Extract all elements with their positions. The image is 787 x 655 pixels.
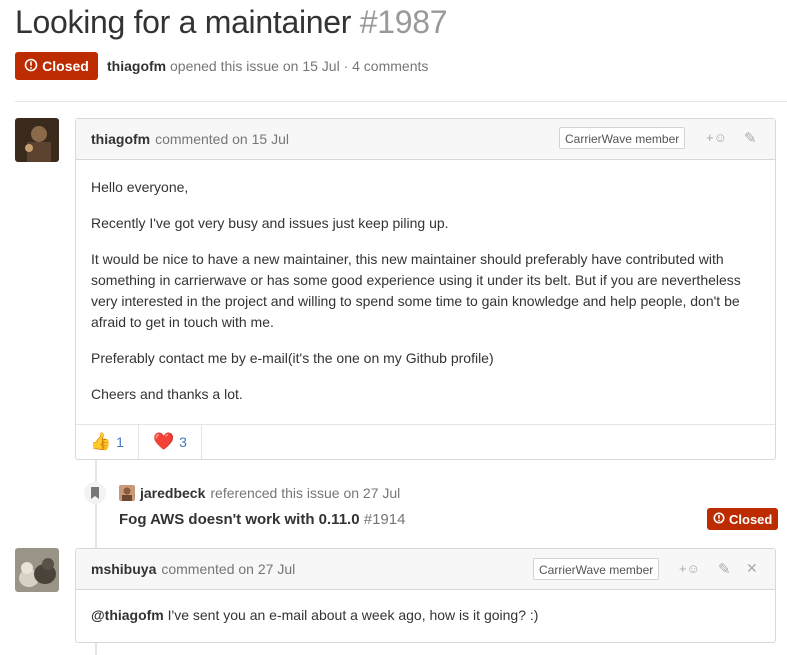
heart-icon: ❤️ [152,432,175,451]
comment-paragraph: Recently I've got very busy and issues j… [91,215,449,231]
member-badge-1: CarrierWave member [559,127,686,149]
issue-state-badge: Closed [15,52,98,80]
comment-paragraph: It would be nice to have a new maintaine… [91,251,741,330]
header-divider [15,101,787,102]
issue-meta: thiagofm opened this issue on 15 Jul · 4… [107,58,428,74]
reaction-heart[interactable]: ❤️ 3 [139,425,202,459]
comment-header-1: thiagofm commented on 15 Jul CarrierWave… [76,119,775,160]
avatar-thiagofm[interactable] [15,118,59,162]
reaction-count: 3 [179,434,187,450]
issue-title-text: Looking for a maintainer [15,4,352,40]
bookmark-icon [84,482,106,504]
comment-body-1: Hello everyone, Recently I've got very b… [76,160,775,405]
add-reaction-icon[interactable]: +☺ [679,561,700,576]
comment-body-2: @thiagofm I've sent you an e-mail about … [76,590,775,626]
comment-paragraph: Hello everyone, [91,179,189,195]
reactions-bar: 👍 1 ❤️ 3 [76,424,775,459]
comment-author-2[interactable]: mshibuya [91,561,156,577]
reaction-count: 1 [116,434,124,450]
comment-header-2: mshibuya commented on 27 Jul CarrierWave… [76,549,775,590]
comment-box-2: mshibuya commented on 27 Jul CarrierWave… [75,548,776,643]
reference-state-badge: Closed [707,508,779,530]
issue-state-label: Closed [42,58,89,74]
reference-number[interactable]: #1914 [364,511,406,528]
issue-title: Looking for a maintainer #1987 [15,4,448,41]
comment-paragraph: Preferably contact me by e-mail(it's the… [91,350,494,366]
comment-paragraph: Cheers and thanks a lot. [91,386,243,402]
reference-user-link[interactable]: jaredbeck [140,485,205,501]
issue-meta-text: opened this issue on 15 Jul · 4 comments [170,58,429,74]
reaction-thumbs-up[interactable]: 👍 1 [76,425,139,459]
reference-title[interactable]: Fog AWS doesn't work with 0.11.0 #1914 [119,511,405,528]
reference-text: referenced this issue on 27 Jul [210,485,401,501]
add-reaction-icon[interactable]: +☺ [706,130,727,145]
issue-number: #1987 [359,4,448,40]
edit-pencil-icon[interactable]: ✎ [718,560,731,578]
comment-author-1[interactable]: thiagofm [91,131,150,147]
avatar-jaredbeck[interactable] [119,485,135,501]
member-badge-2: CarrierWave member [533,558,660,580]
reference-title-text[interactable]: Fog AWS doesn't work with 0.11.0 [119,511,360,528]
comment-action-2[interactable]: commented on 27 Jul [161,561,295,577]
comment-action-1[interactable]: commented on 15 Jul [155,131,289,147]
user-mention-link[interactable]: @thiagofm [91,607,164,623]
reference-state-label: Closed [729,511,773,527]
avatar-mshibuya[interactable] [15,548,59,592]
reference-line: jaredbeck referenced this issue on 27 Ju… [119,485,400,501]
thumbs-up-icon: 👍 [90,432,112,451]
edit-pencil-icon[interactable]: ✎ [744,129,757,147]
comment-box-1: thiagofm commented on 15 Jul CarrierWave… [75,118,776,460]
closed-issue-icon [24,58,38,75]
closed-issue-icon [713,512,725,527]
close-icon[interactable]: ✕ [746,560,758,577]
comment-text-2: I've sent you an e-mail about a week ago… [163,607,539,623]
issue-author-link[interactable]: thiagofm [107,58,166,74]
